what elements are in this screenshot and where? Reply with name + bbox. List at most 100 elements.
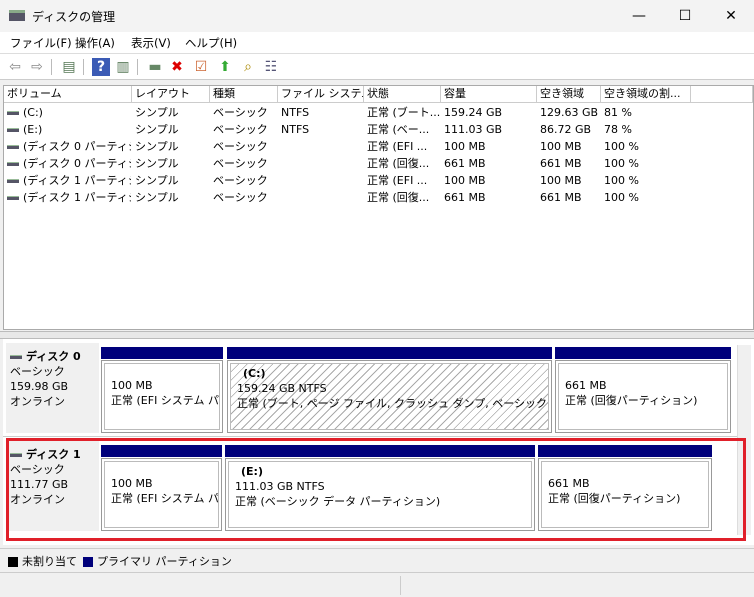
cell-text: ベーシック	[213, 140, 268, 153]
column-header[interactable]: 種類	[210, 86, 278, 103]
cell: 129.63 GB	[540, 104, 600, 121]
cell-text: (E:)	[23, 123, 43, 136]
disk-name-text: ディスク 0	[26, 350, 81, 363]
cell: シンプル	[135, 189, 209, 206]
cell-text: 正常 (ベー...	[367, 123, 430, 136]
partition-bar	[227, 347, 552, 359]
column-header[interactable]: ボリューム	[4, 86, 132, 103]
cell: 100 MB	[540, 172, 600, 189]
table-row[interactable]: (E:) シンプル ベーシック NTFS 正常 (ベー... 111.03 GB 86.72…	[4, 121, 751, 138]
cell-text: ベーシック	[213, 174, 268, 187]
volume-list: ボリューム レイアウト 種類 ファイル システム 状態 容量 空き領域 空き領域の割... (C…	[3, 85, 754, 330]
disk-management-app-icon	[9, 10, 25, 21]
cell-text: 100 %	[604, 174, 639, 187]
cell-text: 100 MB	[540, 140, 582, 153]
properties-icon[interactable]: ☑	[192, 58, 210, 76]
cell: NTFS	[281, 121, 363, 138]
cell: NTFS	[281, 104, 363, 121]
cell: 正常 (ブート...	[367, 104, 440, 121]
partition-0-2[interactable]: 661 MB 正常 (回復パーティション)	[555, 360, 731, 433]
disk-0-label[interactable]: ディスク 0 ベーシック 159.98 GB オンライン	[6, 343, 99, 433]
cell: ベーシック	[213, 155, 277, 172]
cell-text: (ディスク 0 パーティシ...	[23, 157, 131, 170]
cell	[281, 189, 363, 206]
connect-drive-icon[interactable]: ▬	[146, 58, 164, 76]
toolbar-separator	[51, 59, 52, 75]
menu-bar: ファイル(F) 操作(A) 表示(V) ヘルプ(H)	[0, 32, 754, 54]
legend-unallocated: 未割り当て	[8, 553, 77, 569]
legend-primary: プライマリ パーティション	[83, 553, 232, 569]
maximize-button[interactable]: ☐	[662, 0, 708, 32]
cell: 100 %	[604, 189, 690, 206]
disk-name: ディスク 0	[10, 349, 95, 364]
menu-help[interactable]: ヘルプ(H)	[185, 35, 237, 51]
show-hide-action-pane-icon[interactable]: ▥	[114, 58, 132, 76]
table-row[interactable]: (ディスク 0 パーティシ... シンプル ベーシック 正常 (回復... 661 MB…	[4, 155, 751, 172]
cell: シンプル	[135, 121, 209, 138]
column-header[interactable]: 状態	[364, 86, 441, 103]
toolbar-separator	[83, 59, 84, 75]
volume-drive-icon	[7, 179, 19, 183]
volume-drive-icon	[7, 196, 19, 200]
table-row[interactable]: (ディスク 1 パーティシ... シンプル ベーシック 正常 (EFI ... 100 …	[4, 172, 751, 189]
cell: (ディスク 1 パーティシ...	[7, 189, 131, 206]
help-icon[interactable]: ?	[92, 58, 110, 76]
partition-0-1[interactable]: (C:) 159.24 GB NTFS 正常 (ブート, ページ ファイル, クラッ…	[227, 360, 552, 433]
cell-text: 100 MB	[444, 174, 486, 187]
unallocated-swatch-icon	[8, 557, 18, 567]
cell-text: 111.03 GB	[444, 123, 503, 136]
cell: シンプル	[135, 172, 209, 189]
disk-1-highlight-frame	[6, 438, 746, 541]
title-bar: ディスクの管理 — ☐ ✕	[0, 0, 754, 32]
cell-text: 100 MB	[540, 174, 582, 187]
cell-text: シンプル	[135, 123, 179, 136]
cell-text: 正常 (ブート...	[367, 106, 440, 119]
column-header[interactable]: 空き領域の割...	[601, 86, 691, 103]
cell-text: 78 %	[604, 123, 632, 136]
disk-icon	[10, 355, 22, 359]
minimize-button[interactable]: —	[616, 0, 662, 32]
cell: (ディスク 0 パーティシ...	[7, 138, 131, 155]
status-bar	[0, 572, 754, 597]
cell: 100 %	[604, 155, 690, 172]
cell: 100 MB	[540, 138, 600, 155]
cell: 100 MB	[444, 138, 536, 155]
cell-text: シンプル	[135, 174, 179, 187]
column-header[interactable]: レイアウト	[132, 86, 210, 103]
cell: 111.03 GB	[444, 121, 536, 138]
cell: (C:)	[7, 104, 131, 121]
close-button[interactable]: ✕	[708, 0, 754, 32]
menu-view[interactable]: 表示(V)	[131, 35, 171, 51]
window-title: ディスクの管理	[32, 10, 116, 24]
cell-text: シンプル	[135, 140, 179, 153]
cell: (E:)	[7, 121, 131, 138]
delete-icon[interactable]: ✖	[168, 58, 186, 76]
column-header[interactable]: ファイル システム	[278, 86, 364, 103]
cell-text: 81 %	[604, 106, 632, 119]
table-row[interactable]: (ディスク 0 パーティシ... シンプル ベーシック 正常 (EFI ... 100 …	[4, 138, 751, 155]
partition-size: 159.24 GB NTFS	[237, 382, 327, 395]
back-arrow-icon[interactable]: ⇦	[6, 58, 24, 76]
settings-list-icon[interactable]: ☷	[262, 58, 280, 76]
column-header[interactable]: 容量	[441, 86, 537, 103]
pane-splitter[interactable]	[0, 331, 754, 339]
partition-size: 661 MB	[565, 379, 607, 392]
column-header[interactable]: 空き領域	[537, 86, 601, 103]
menu-action[interactable]: 操作(A)	[75, 35, 115, 51]
legend: 未割り当て プライマリ パーティション	[0, 548, 754, 570]
partition-0-0[interactable]: 100 MB 正常 (EFI システム パーティション)	[101, 360, 223, 433]
forward-arrow-icon[interactable]: ⇨	[28, 58, 46, 76]
table-row[interactable]: (ディスク 1 パーティシ... シンプル ベーシック 正常 (回復... 661 MB…	[4, 189, 751, 206]
table-row[interactable]: (C:) シンプル ベーシック NTFS 正常 (ブート... 159.24 GB 129.…	[4, 104, 751, 121]
cell-text: 正常 (回復...	[367, 157, 430, 170]
cell: 159.24 GB	[444, 104, 536, 121]
menu-file[interactable]: ファイル(F)	[10, 35, 72, 51]
open-icon[interactable]: ⬆	[216, 58, 234, 76]
show-hide-console-tree-icon[interactable]: ▤	[60, 58, 78, 76]
disk-status: オンライン	[10, 395, 65, 408]
explore-icon[interactable]: ⌕	[239, 58, 257, 76]
cell: ベーシック	[213, 189, 277, 206]
cell-text: 661 MB	[444, 157, 486, 170]
cell: 正常 (回復...	[367, 189, 440, 206]
cell-text: 661 MB	[540, 157, 582, 170]
